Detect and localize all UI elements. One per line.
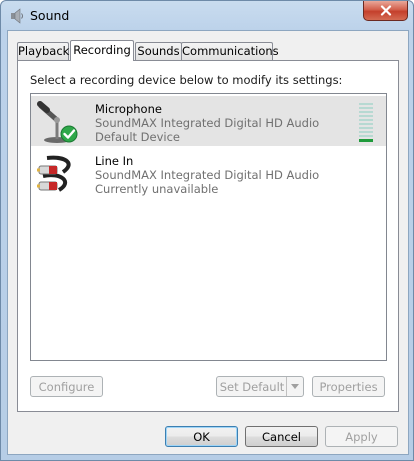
window-title: Sound xyxy=(30,8,70,23)
meter-segment xyxy=(359,139,373,142)
line-in-cable-icon xyxy=(37,152,81,196)
ok-button[interactable]: OK xyxy=(165,426,238,447)
meter-segment xyxy=(359,115,373,117)
meter-segment xyxy=(359,131,373,133)
meter-segment xyxy=(359,119,373,121)
device-name: Line In xyxy=(95,154,134,168)
set-default-label: Set Default xyxy=(219,380,285,394)
meter-segment xyxy=(359,111,373,113)
close-icon xyxy=(380,5,391,16)
tab-recording[interactable]: Recording xyxy=(70,40,134,61)
microphone-icon xyxy=(37,100,81,144)
level-meter xyxy=(359,103,373,144)
instruction-text: Select a recording device below to modif… xyxy=(30,73,343,87)
meter-segment xyxy=(359,103,373,105)
device-name: Microphone xyxy=(95,102,162,116)
tab-communications[interactable]: Communications xyxy=(181,42,279,60)
title-bar[interactable]: Sound xyxy=(1,1,413,30)
configure-button[interactable]: Configure xyxy=(30,376,103,397)
speaker-icon xyxy=(9,8,25,24)
tab-sounds[interactable]: Sounds xyxy=(135,42,182,60)
chevron-down-icon[interactable] xyxy=(286,377,303,396)
meter-segment xyxy=(359,123,373,125)
device-driver: SoundMAX Integrated Digital HD Audio xyxy=(95,168,320,182)
device-status: Currently unavailable xyxy=(95,182,219,196)
close-button[interactable] xyxy=(363,1,408,21)
sound-dialog: Sound Playback Recording Sounds Communic… xyxy=(0,0,414,461)
device-item-line-in[interactable]: Line In SoundMAX Integrated Digital HD A… xyxy=(31,148,386,198)
set-default-button[interactable]: Set Default xyxy=(216,376,304,397)
meter-segment xyxy=(359,127,373,129)
meter-segment xyxy=(359,135,373,137)
device-driver: SoundMAX Integrated Digital HD Audio xyxy=(95,116,320,130)
dialog-client-area: Playback Recording Sounds Communications… xyxy=(7,30,409,455)
meter-segment xyxy=(359,107,373,109)
device-item-microphone[interactable]: Microphone SoundMAX Integrated Digital H… xyxy=(31,96,386,146)
apply-button[interactable]: Apply xyxy=(325,426,398,447)
recording-panel: Select a recording device below to modif… xyxy=(17,60,399,412)
device-list[interactable]: Microphone SoundMAX Integrated Digital H… xyxy=(30,93,387,361)
cancel-button[interactable]: Cancel xyxy=(245,426,318,447)
tab-playback[interactable]: Playback xyxy=(17,42,69,60)
device-status: Default Device xyxy=(95,130,181,144)
properties-button[interactable]: Properties xyxy=(312,376,385,397)
